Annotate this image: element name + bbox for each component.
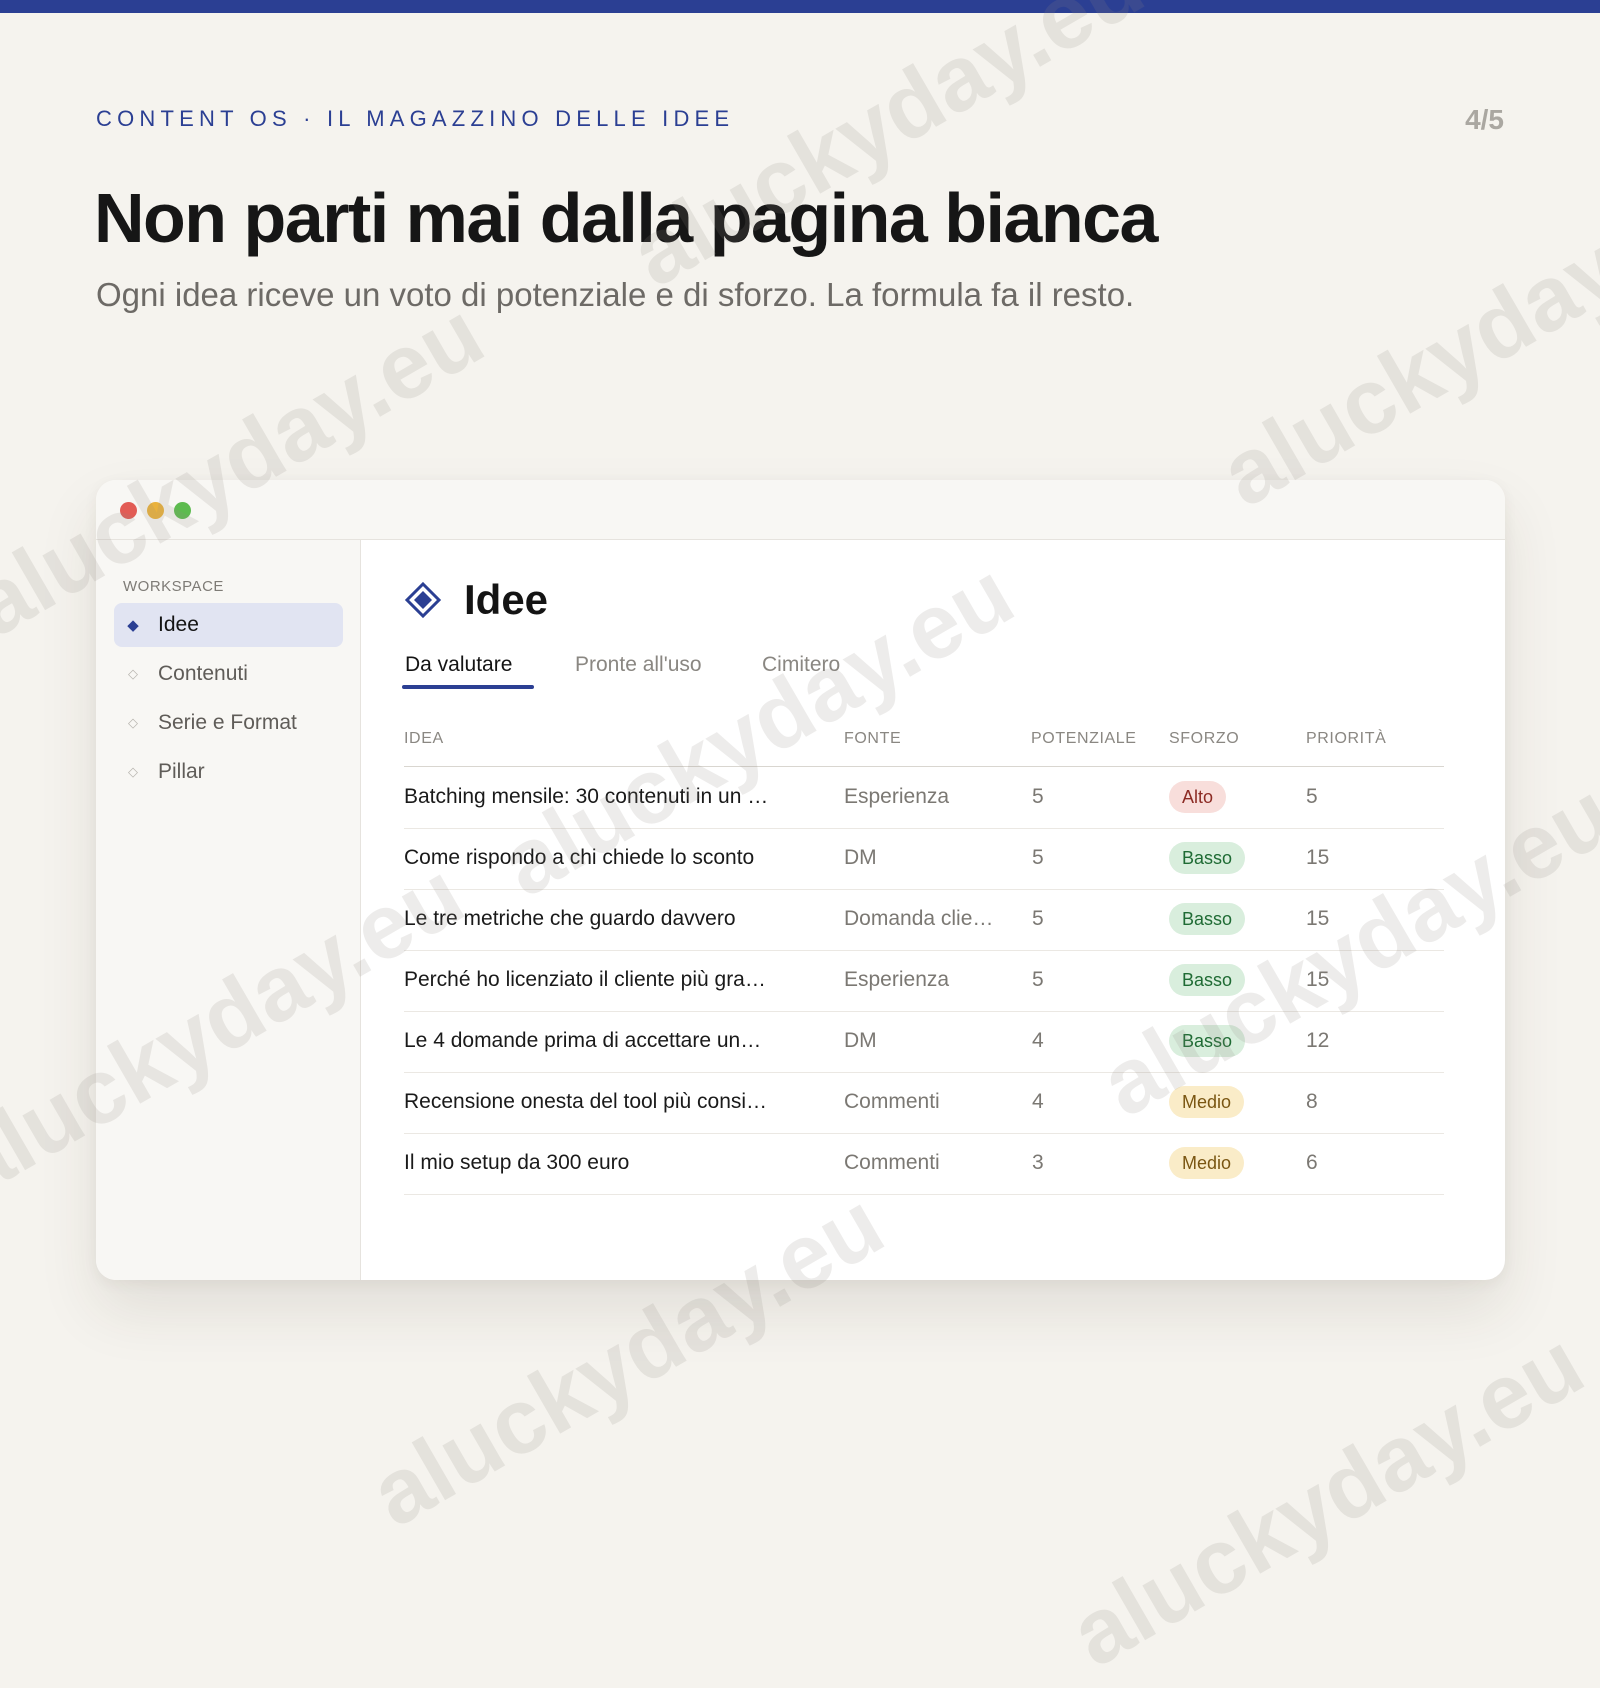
- tab-da-valutare[interactable]: Da valutare: [402, 653, 534, 689]
- table-row[interactable]: Recensione onesta del tool più consi… Co…: [404, 1072, 1444, 1134]
- page-title: Idee: [464, 576, 549, 623]
- sidebar-item-idee[interactable]: ◆ Idee: [114, 603, 343, 647]
- tab-pronte-all-uso[interactable]: Pronte all'uso: [575, 653, 702, 677]
- watermark: aluckyday.eu: [614, 0, 1160, 307]
- cell-fonte: DM: [844, 846, 877, 869]
- cell-potenziale: 5: [1032, 968, 1044, 991]
- cell-idea: Le tre metriche che guardo davvero: [404, 907, 736, 930]
- cell-potenziale: 5: [1032, 907, 1044, 930]
- cell-fonte: Domanda clie…: [844, 907, 994, 930]
- cell-idea: Le 4 domande prima di accettare un…: [404, 1029, 762, 1052]
- column-header-priorita[interactable]: PRIORITÀ: [1306, 730, 1386, 748]
- cell-priorita: 15: [1306, 846, 1330, 869]
- minimize-window-button[interactable]: [147, 502, 164, 519]
- tab-label: Da valutare: [405, 653, 513, 676]
- diamond-outline-icon: ◇: [128, 715, 138, 730]
- sidebar: WORKSPACE ◆ Idee ◇ Contenuti ◇ Serie e F…: [96, 540, 361, 1280]
- cell-priorita: 15: [1306, 907, 1330, 930]
- effort-badge: Basso: [1169, 1025, 1246, 1057]
- sidebar-item-label: Contenuti: [158, 662, 248, 685]
- diamond-outline-icon: ◇: [128, 764, 138, 779]
- watermark: aluckyday.eu: [1204, 152, 1600, 527]
- column-header-idea[interactable]: IDEA: [404, 730, 444, 748]
- column-header-potenziale[interactable]: POTENZIALE: [1031, 730, 1137, 748]
- sidebar-item-pillar[interactable]: ◇ Pillar: [114, 750, 343, 794]
- table-row[interactable]: Il mio setup da 300 euro Commenti 3 Medi…: [404, 1133, 1444, 1195]
- page-indicator: 4/5: [1465, 104, 1504, 135]
- cell-idea: Recensione onesta del tool più consi…: [404, 1090, 768, 1113]
- diamond-filled-icon: ◆: [127, 617, 139, 634]
- tab-label: Cimitero: [762, 653, 841, 676]
- column-header-sforzo[interactable]: SFORZO: [1169, 730, 1239, 748]
- cell-potenziale: 5: [1032, 846, 1044, 869]
- sidebar-heading: WORKSPACE: [123, 578, 224, 595]
- active-tab-indicator: [402, 685, 534, 689]
- cell-fonte: Esperienza: [844, 968, 950, 991]
- cell-fonte: Commenti: [844, 1151, 940, 1174]
- sidebar-item-contenuti[interactable]: ◇ Contenuti: [114, 652, 343, 696]
- cell-potenziale: 4: [1032, 1029, 1044, 1052]
- table-row[interactable]: Le tre metriche che guardo davvero Doman…: [404, 889, 1444, 951]
- cell-potenziale: 3: [1032, 1151, 1044, 1174]
- cell-potenziale: 4: [1032, 1090, 1044, 1113]
- sidebar-item-label: Idee: [158, 613, 199, 636]
- cell-idea: Perché ho licenziato il cliente più gra…: [404, 968, 766, 991]
- tab-cimitero[interactable]: Cimitero: [762, 653, 840, 677]
- cell-priorita: 6: [1306, 1151, 1318, 1174]
- effort-badge: Medio: [1169, 1086, 1245, 1118]
- watermark: aluckyday.eu: [1054, 1312, 1600, 1687]
- table-row[interactable]: Perché ho licenziato il cliente più gra……: [404, 950, 1444, 1012]
- headline: Non parti mai dalla pagina bianca: [94, 179, 1158, 257]
- effort-badge: Basso: [1169, 964, 1246, 996]
- sidebar-item-label: Serie e Format: [158, 711, 297, 734]
- cell-fonte: Commenti: [844, 1090, 940, 1113]
- table-row[interactable]: Le 4 domande prima di accettare un… DM 4…: [404, 1011, 1444, 1073]
- table-row[interactable]: Batching mensile: 30 contenuti in un … E…: [404, 767, 1444, 829]
- cell-idea: Il mio setup da 300 euro: [404, 1151, 630, 1174]
- close-window-button[interactable]: [120, 502, 137, 519]
- maximize-window-button[interactable]: [174, 502, 191, 519]
- cell-fonte: Esperienza: [844, 785, 950, 808]
- cell-idea: Batching mensile: 30 contenuti in un …: [404, 785, 769, 808]
- cell-potenziale: 5: [1032, 785, 1044, 808]
- column-header-fonte[interactable]: FONTE: [844, 730, 901, 748]
- table-row[interactable]: Come rispondo a chi chiede lo sconto DM …: [404, 828, 1444, 890]
- sidebar-item-serie-e-format[interactable]: ◇ Serie e Format: [114, 701, 343, 745]
- cell-fonte: DM: [844, 1029, 877, 1052]
- diamond-outline-icon: ◇: [128, 666, 138, 681]
- diamond-icon: [404, 581, 442, 619]
- effort-badge: Basso: [1169, 842, 1246, 874]
- top-accent-bar: [0, 0, 1600, 13]
- cell-priorita: 5: [1306, 785, 1318, 808]
- app-window: WORKSPACE ◆ Idee ◇ Contenuti ◇ Serie e F…: [96, 480, 1505, 1280]
- cell-priorita: 12: [1306, 1029, 1330, 1052]
- eyebrow-label: CONTENT OS · IL MAGAZZINO DELLE IDEE: [96, 106, 735, 131]
- sidebar-item-label: Pillar: [158, 760, 205, 783]
- window-titlebar: [96, 480, 1505, 540]
- effort-badge: Basso: [1169, 903, 1246, 935]
- main-panel: Idee Da valutare Pronte all'uso Cimitero…: [361, 540, 1505, 1280]
- tab-label: Pronte all'uso: [575, 653, 702, 676]
- cell-priorita: 15: [1306, 968, 1330, 991]
- effort-badge: Medio: [1169, 1147, 1245, 1179]
- effort-badge: Alto: [1169, 781, 1227, 813]
- subheadline: Ogni idea riceve un voto di potenziale e…: [96, 276, 1135, 313]
- cell-priorita: 8: [1306, 1090, 1318, 1113]
- cell-idea: Come rispondo a chi chiede lo sconto: [404, 846, 755, 869]
